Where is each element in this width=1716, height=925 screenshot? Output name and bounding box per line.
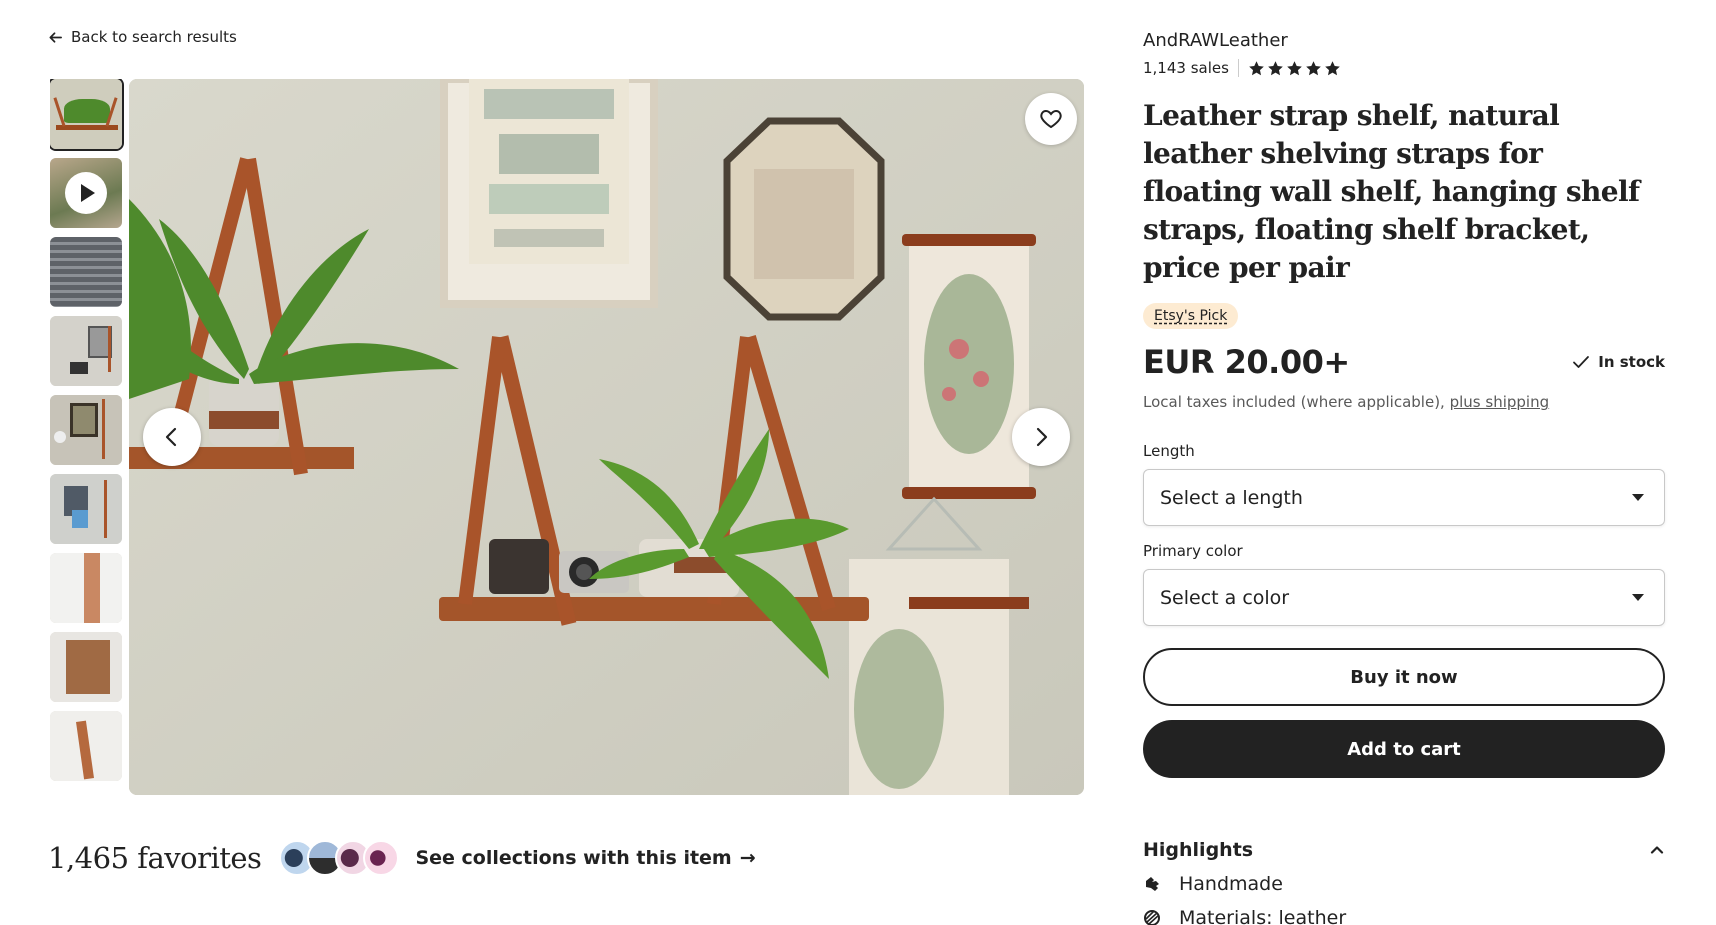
star-icon — [1287, 60, 1302, 75]
star-icon — [1325, 60, 1340, 75]
collection-avatars[interactable] — [279, 840, 400, 876]
heart-icon — [1040, 109, 1062, 129]
star-icon — [1306, 60, 1321, 75]
thumbnail-image[interactable] — [50, 395, 122, 465]
thumbnail-image[interactable] — [50, 553, 122, 623]
thumbnail-image[interactable] — [50, 79, 124, 151]
color-label: Primary color — [1143, 542, 1243, 560]
favorites-count: 1,465 favorites — [48, 841, 262, 875]
length-select[interactable]: Select a length — [1143, 469, 1665, 526]
highlight-item: Materials: leather — [1143, 907, 1665, 925]
star-rating[interactable] — [1248, 60, 1341, 77]
arrow-right-icon: → — [739, 847, 756, 869]
thumbnail-image[interactable] — [50, 474, 122, 544]
check-icon — [1573, 356, 1590, 368]
color-select[interactable]: Select a color — [1143, 569, 1665, 626]
add-to-cart-button[interactable]: Add to cart — [1143, 720, 1665, 778]
see-collections-link[interactable]: See collections with this item → — [415, 847, 755, 869]
thumbnail-video[interactable] — [50, 158, 122, 228]
etsys-pick-badge[interactable]: Etsy's Pick — [1143, 303, 1239, 329]
highlights-heading: Highlights — [1143, 839, 1254, 861]
chevron-left-icon — [165, 427, 177, 447]
caret-down-icon — [1632, 594, 1644, 601]
collections-label: See collections with this item — [415, 847, 732, 869]
tax-note: Local taxes included (where applicable),… — [1143, 393, 1665, 411]
product-photo — [129, 79, 1084, 795]
price-row: EUR 20.00+ In stock — [1143, 343, 1665, 381]
highlight-item: Handmade — [1143, 873, 1665, 895]
avatar — [363, 840, 400, 876]
shop-meta: 1,143 sales — [1143, 59, 1665, 77]
highlight-label: Handmade — [1179, 873, 1283, 895]
thumbnail-image[interactable] — [50, 316, 122, 386]
favorites-row: 1,465 favorites See collections with thi… — [48, 840, 756, 876]
thumbnail-strip[interactable] — [50, 79, 124, 795]
tax-note-text: Local taxes included (where applicable), — [1143, 393, 1445, 411]
highlight-label: Materials: leather — [1179, 907, 1347, 925]
main-product-image[interactable] — [129, 79, 1084, 795]
stock-status: In stock — [1572, 353, 1665, 371]
product-title: Leather strap shelf, natural leather she… — [1143, 99, 1640, 284]
length-select-value: Select a length — [1160, 486, 1303, 509]
star-icon — [1249, 60, 1264, 75]
buy-it-now-button[interactable]: Buy it now — [1143, 648, 1665, 706]
divider — [1237, 59, 1239, 77]
shipping-link[interactable]: plus shipping — [1450, 393, 1550, 411]
sales-count: 1,143 sales — [1143, 59, 1229, 77]
back-label: Back to search results — [71, 28, 237, 46]
arrow-left-icon — [49, 31, 62, 43]
color-select-value: Select a color — [1160, 586, 1290, 609]
favorite-button[interactable] — [1025, 93, 1077, 145]
shop-name-link[interactable]: AndRAWLeather — [1143, 30, 1665, 51]
thumbnail-image[interactable] — [50, 632, 122, 702]
materials-icon — [1144, 910, 1160, 925]
chevron-up-icon — [1650, 846, 1664, 854]
caret-down-icon — [1632, 494, 1644, 501]
play-icon — [65, 172, 107, 214]
stock-label: In stock — [1598, 353, 1665, 371]
highlights-toggle[interactable]: Highlights — [1143, 839, 1665, 861]
back-to-search-link[interactable]: Back to search results — [48, 28, 237, 46]
previous-image-button[interactable] — [143, 408, 201, 466]
thumbnail-image[interactable] — [50, 237, 122, 307]
price: EUR 20.00+ — [1143, 343, 1350, 381]
length-label: Length — [1143, 442, 1195, 460]
chevron-right-icon — [1036, 427, 1048, 447]
product-details: AndRAWLeather 1,143 sales Leather strap … — [1143, 30, 1665, 925]
hand-icon — [1146, 877, 1159, 891]
star-icon — [1268, 60, 1283, 75]
product-page: Back to search results 1,465 favorites S… — [0, 0, 1716, 925]
next-image-button[interactable] — [1012, 408, 1070, 466]
thumbnail-image[interactable] — [50, 711, 122, 781]
